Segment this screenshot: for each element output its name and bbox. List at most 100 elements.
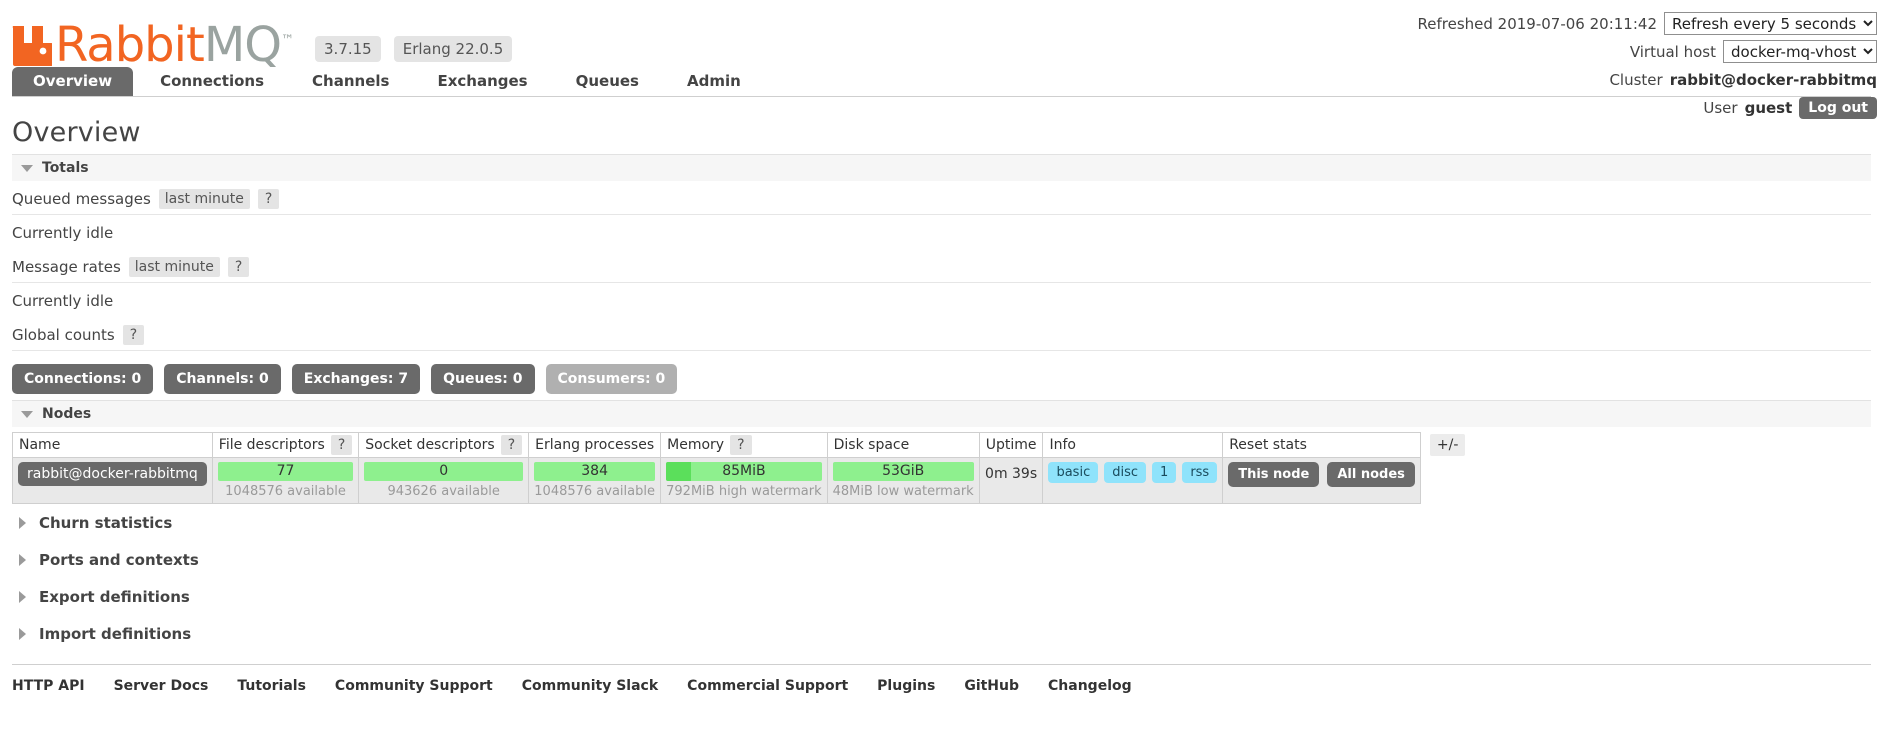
log-out-button[interactable]: Log out: [1799, 96, 1877, 119]
global-counts-header: Global counts ?: [12, 317, 1871, 351]
queued-messages-status: Currently idle: [12, 224, 114, 242]
queues-count-value: 0: [512, 371, 523, 387]
footer-link-community-slack[interactable]: Community Slack: [522, 678, 658, 694]
nodes-table-body: rabbit@docker-rabbitmq 77 1048576 availa…: [12, 457, 1421, 504]
refresh-row: Refreshed 2019-07-06 20:11:42 Refresh ev…: [1418, 12, 1877, 35]
consumers-count-badge: Consumers: 0: [545, 364, 678, 394]
col-uptime[interactable]: Uptime: [978, 432, 1044, 458]
col-memory[interactable]: Memory?: [660, 432, 828, 458]
global-counts-help-icon[interactable]: ?: [122, 325, 145, 345]
export-definitions-label: Export definitions: [39, 588, 190, 606]
cell-uptime: 0m 39s: [978, 457, 1044, 504]
churn-statistics-section[interactable]: Churn statistics: [12, 504, 1871, 541]
tab-queues[interactable]: Queues: [555, 67, 660, 96]
column-toggle-button[interactable]: +/-: [1429, 434, 1466, 456]
queued-messages-label: Queued messages: [12, 190, 151, 208]
brand-rabbit-text: Rabbit: [55, 17, 205, 73]
message-rates-label: Message rates: [12, 258, 121, 276]
tab-overview[interactable]: Overview: [12, 67, 134, 96]
memory-sub: 792MiB high watermark: [666, 484, 822, 499]
file-descriptors-sub: 1048576 available: [225, 484, 346, 499]
caret-right-icon: [19, 554, 26, 566]
message-rates-help-icon[interactable]: ?: [227, 257, 250, 277]
refreshed-timestamp: Refreshed 2019-07-06 20:11:42: [1417, 14, 1657, 33]
node-name-link[interactable]: rabbit@docker-rabbitmq: [18, 462, 207, 486]
import-definitions-label: Import definitions: [39, 625, 192, 643]
connections-count-value: 0: [131, 371, 142, 387]
erlang-processes-gauge: 384: [534, 462, 656, 481]
footer-link-community-support[interactable]: Community Support: [335, 678, 493, 694]
queued-messages-period-chip[interactable]: last minute: [158, 189, 250, 209]
socket-descriptors-help-icon[interactable]: ?: [500, 435, 523, 455]
totals-section-header[interactable]: Totals: [12, 154, 1871, 181]
cell-info: basic disc 1 rss: [1042, 457, 1224, 504]
connections-count-badge[interactable]: Connections: 0: [12, 364, 154, 394]
reset-this-node-button[interactable]: This node: [1228, 462, 1320, 487]
export-definitions-section[interactable]: Export definitions: [12, 578, 1871, 615]
disk-space-gauge: 53GiB: [832, 462, 974, 481]
col-socket-descriptors[interactable]: Socket descriptors?: [358, 432, 530, 458]
col-reset-stats: Reset stats: [1222, 432, 1421, 458]
main-content: Overview Totals Queued messages last min…: [0, 117, 1883, 694]
tab-admin[interactable]: Admin: [666, 67, 762, 96]
footer-link-changelog[interactable]: Changelog: [1048, 678, 1132, 694]
file-descriptors-value: 77: [276, 463, 295, 479]
vhost-select[interactable]: docker-mq-vhost: [1723, 40, 1877, 63]
refresh-interval-select[interactable]: Refresh every 5 seconds: [1664, 12, 1877, 35]
info-tag-disc[interactable]: disc: [1104, 462, 1147, 483]
user-label: User: [1703, 98, 1738, 117]
uptime-value: 0m 39s: [985, 466, 1038, 482]
col-file-descriptors-label: File descriptors: [218, 437, 325, 453]
channels-count-badge[interactable]: Channels: 0: [164, 364, 281, 394]
queued-messages-help-icon[interactable]: ?: [257, 189, 280, 209]
nodes-table: Name File descriptors? Socket descriptor…: [12, 432, 1421, 504]
totals-section-label: Totals: [42, 160, 89, 176]
tab-connections[interactable]: Connections: [139, 67, 285, 96]
nodes-table-wrapper: Name File descriptors? Socket descriptor…: [12, 432, 1871, 504]
col-memory-label: Memory: [667, 437, 725, 453]
cell-file-descriptors: 77 1048576 available: [211, 457, 360, 504]
reset-stats-buttons: This node All nodes: [1228, 462, 1415, 487]
connections-count-label: Connections:: [24, 371, 132, 387]
nodes-table-head: Name File descriptors? Socket descriptor…: [12, 432, 1421, 458]
message-rates-period-chip[interactable]: last minute: [128, 257, 220, 277]
col-disk-space[interactable]: Disk space: [826, 432, 980, 458]
import-definitions-section[interactable]: Import definitions: [12, 615, 1871, 652]
erlang-processes-value: 384: [581, 463, 608, 479]
file-descriptors-help-icon[interactable]: ?: [330, 435, 353, 455]
footer-link-plugins[interactable]: Plugins: [877, 678, 935, 694]
tab-exchanges[interactable]: Exchanges: [416, 67, 548, 96]
col-file-descriptors[interactable]: File descriptors?: [211, 432, 360, 458]
channels-count-label: Channels:: [176, 371, 259, 387]
col-name[interactable]: Name: [12, 432, 213, 458]
cell-node-name: rabbit@docker-rabbitmq: [12, 457, 213, 504]
erlang-version-badge: Erlang 22.0.5: [393, 36, 513, 62]
footer-link-http-api[interactable]: HTTP API: [12, 678, 85, 694]
footer-link-server-docs[interactable]: Server Docs: [114, 678, 209, 694]
reset-all-nodes-button[interactable]: All nodes: [1327, 462, 1415, 487]
vhost-label: Virtual host: [1629, 42, 1716, 61]
file-descriptors-gauge: 77: [217, 462, 354, 481]
trademark-icon: ™: [281, 33, 294, 48]
info-tag-rss[interactable]: rss: [1182, 462, 1218, 483]
caret-right-icon: [19, 517, 26, 529]
ports-and-contexts-section[interactable]: Ports and contexts: [12, 541, 1871, 578]
footer-link-github[interactable]: GitHub: [964, 678, 1019, 694]
footer-link-tutorials[interactable]: Tutorials: [237, 678, 306, 694]
tab-channels[interactable]: Channels: [291, 67, 410, 96]
message-rates-status: Currently idle: [12, 292, 114, 310]
footer-link-commercial-support[interactable]: Commercial Support: [687, 678, 848, 694]
disk-space-sub: 48MiB low watermark: [832, 484, 974, 499]
gauge-fill: [666, 462, 692, 481]
memory-help-icon[interactable]: ?: [730, 435, 752, 455]
queues-count-badge[interactable]: Queues: 0: [431, 364, 535, 394]
churn-statistics-label: Churn statistics: [39, 514, 173, 532]
exchanges-count-badge[interactable]: Exchanges: 7: [291, 364, 421, 394]
nodes-section-header[interactable]: Nodes: [12, 400, 1871, 427]
info-tag-basic[interactable]: basic: [1048, 462, 1099, 483]
col-erlang-processes[interactable]: Erlang processes: [528, 432, 662, 458]
info-tag-count[interactable]: 1: [1152, 462, 1177, 483]
cell-memory: 85MiB 792MiB high watermark: [660, 457, 828, 504]
col-info[interactable]: Info: [1042, 432, 1224, 458]
erlang-processes-sub: 1048576 available: [534, 484, 655, 499]
